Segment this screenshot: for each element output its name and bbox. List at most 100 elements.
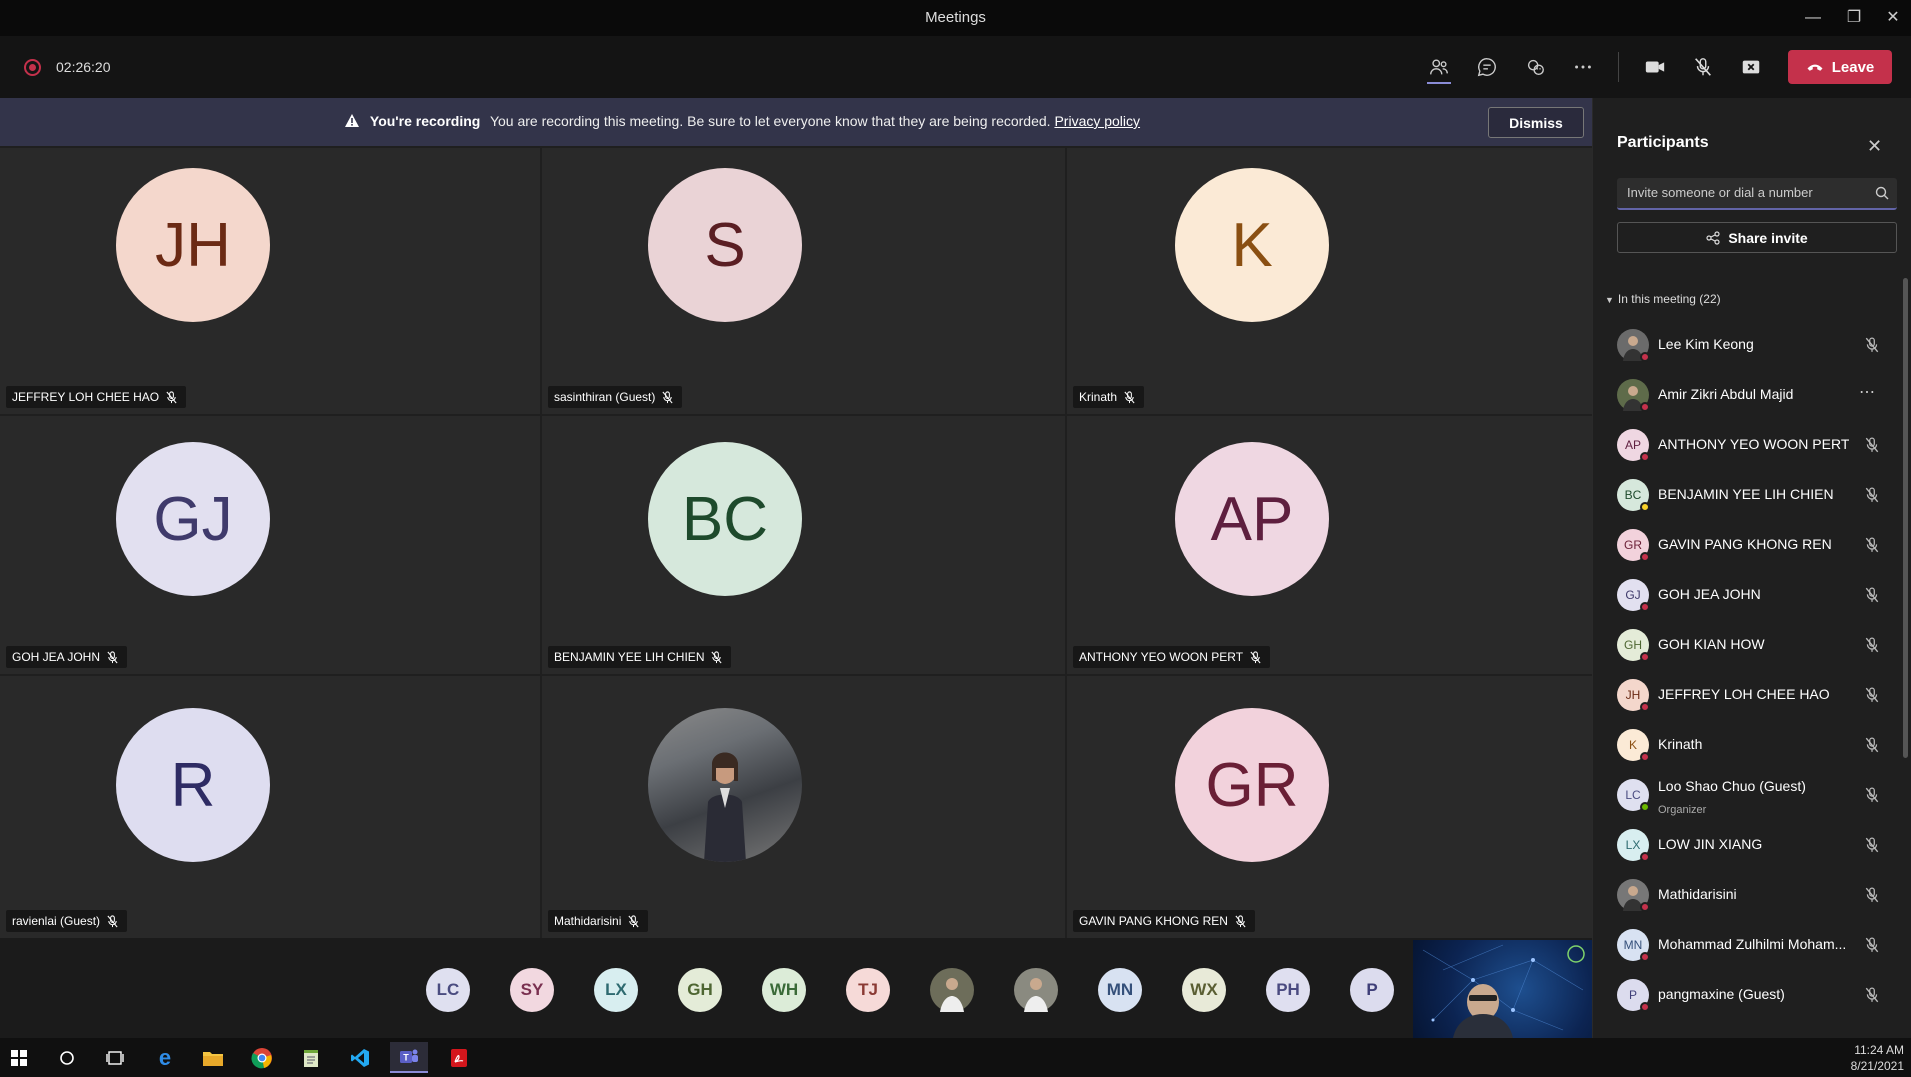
- participant-mic-status[interactable]: [1864, 337, 1880, 358]
- strip-avatar[interactable]: TJ: [846, 968, 890, 1012]
- system-clock[interactable]: 11:24 AM 8/21/2021: [1850, 1042, 1904, 1074]
- participant-row[interactable]: BC BENJAMIN YEE LIH CHIEN: [1593, 470, 1893, 520]
- participant-name: ANTHONY YEO WOON PERT: [1658, 436, 1850, 452]
- close-window-icon[interactable]: ✕: [1875, 6, 1911, 30]
- participant-name: Krinath: [1079, 390, 1118, 404]
- video-tile[interactable]: JH JEFFREY LOH CHEE HAO: [0, 148, 540, 414]
- participant-list: Lee Kim Keong Amir Zikri Abdul Majid ⋯ AP AN…: [1593, 320, 1893, 1020]
- video-tile[interactable]: K Krinath: [1067, 148, 1592, 414]
- explorer-taskbar-button[interactable]: [194, 1042, 232, 1073]
- participant-row[interactable]: GJ GOH JEA JOHN: [1593, 570, 1893, 620]
- participant-avatar: AP: [1175, 442, 1329, 596]
- camera-button[interactable]: [1637, 50, 1673, 84]
- vscode-taskbar-button[interactable]: [341, 1042, 379, 1073]
- chrome-taskbar-button[interactable]: [243, 1042, 281, 1073]
- video-tile[interactable]: GR GAVIN PANG KHONG REN: [1067, 676, 1592, 938]
- strip-avatar[interactable]: WH: [762, 968, 806, 1012]
- start-button[interactable]: [0, 1042, 38, 1073]
- acrobat-taskbar-button[interactable]: [440, 1042, 478, 1073]
- strip-avatar[interactable]: MN: [1098, 968, 1142, 1012]
- strip-avatar[interactable]: GH: [678, 968, 722, 1012]
- participant-mic-status[interactable]: [1864, 687, 1880, 708]
- close-panel-icon[interactable]: ✕: [1867, 136, 1882, 157]
- participants-button[interactable]: [1421, 50, 1457, 84]
- participant-mic-status[interactable]: [1864, 487, 1880, 508]
- video-tile[interactable]: Ssasinthiran (Guest): [542, 148, 1065, 414]
- participant-mic-status[interactable]: [1864, 987, 1880, 1008]
- search-taskbar-button[interactable]: [48, 1042, 86, 1073]
- participant-avatar: K: [1175, 168, 1329, 322]
- self-view-video[interactable]: [1413, 940, 1592, 1038]
- participant-mic-status[interactable]: [1864, 787, 1880, 808]
- leave-label: Leave: [1831, 58, 1875, 76]
- in-meeting-label: In this meeting (22): [1617, 292, 1721, 306]
- participant-mic-status[interactable]: [1864, 437, 1880, 458]
- participant-avatar: S: [648, 168, 802, 322]
- participant-row[interactable]: AP ANTHONY YEO WOON PERT: [1593, 420, 1893, 470]
- mic-off-icon: [628, 914, 639, 927]
- participant-row[interactable]: GH GOH KIAN HOW: [1593, 620, 1893, 670]
- strip-avatar[interactable]: LC: [426, 968, 470, 1012]
- strip-avatar[interactable]: P: [1350, 968, 1394, 1012]
- more-options-icon[interactable]: ⋯: [1859, 382, 1875, 402]
- participant-mic-status[interactable]: [1864, 537, 1880, 558]
- strip-avatar[interactable]: [930, 968, 974, 1012]
- video-tile[interactable]: Rravienlai (Guest): [0, 676, 540, 938]
- video-tile[interactable]: Mathidarisini: [542, 676, 1065, 938]
- share-invite-button[interactable]: Share invite: [1617, 222, 1897, 253]
- strip-avatar[interactable]: LX: [594, 968, 638, 1012]
- mic-off-icon: [1865, 887, 1879, 903]
- mic-button[interactable]: [1685, 50, 1721, 84]
- chat-icon: [1477, 58, 1496, 77]
- participant-mic-status[interactable]: [1864, 887, 1880, 908]
- panel-scrollbar[interactable]: [1903, 278, 1908, 758]
- task-view-button[interactable]: [96, 1042, 134, 1073]
- more-actions-button[interactable]: [1565, 50, 1601, 84]
- participant-row[interactable]: JH JEFFREY LOH CHEE HAO: [1593, 670, 1893, 720]
- participant-row[interactable]: K Krinath: [1593, 720, 1893, 770]
- restore-icon[interactable]: ❐: [1836, 6, 1872, 30]
- video-tile[interactable]: GJ GOH JEA JOHN: [0, 416, 540, 674]
- participant-row[interactable]: Mathidarisini: [1593, 870, 1893, 920]
- participant-mic-status[interactable]: [1864, 837, 1880, 858]
- toolbar-divider: [1618, 52, 1619, 82]
- participant-row[interactable]: LC Loo Shao Chuo (Guest) Organizer: [1593, 770, 1893, 820]
- video-tile[interactable]: BC BENJAMIN YEE LIH CHIEN: [542, 416, 1065, 674]
- hang-up-icon: [1807, 64, 1823, 71]
- participant-row[interactable]: MN Mohammad Zulhilmi Moham...: [1593, 920, 1893, 970]
- notepad-taskbar-button[interactable]: [292, 1042, 330, 1073]
- strip-avatar[interactable]: PH: [1266, 968, 1310, 1012]
- privacy-policy-link[interactable]: Privacy policy: [1054, 113, 1140, 129]
- participant-name-tag: ANTHONY YEO WOON PERT: [1073, 646, 1271, 668]
- share-screen-button[interactable]: [1733, 50, 1769, 84]
- teams-taskbar-button[interactable]: T: [390, 1042, 428, 1073]
- windows-icon: [11, 1049, 27, 1066]
- participant-row[interactable]: Amir Zikri Abdul Majid ⋯: [1593, 370, 1893, 420]
- strip-avatar[interactable]: [1014, 968, 1058, 1012]
- participant-row[interactable]: LX LOW JIN XIANG: [1593, 820, 1893, 870]
- minimize-icon[interactable]: —: [1795, 6, 1831, 30]
- in-meeting-header[interactable]: ▼ In this meeting (22): [1605, 292, 1721, 306]
- mic-off-icon: [1865, 487, 1879, 503]
- participant-row[interactable]: Ppangmaxine (Guest): [1593, 970, 1893, 1020]
- mic-off-icon: [1865, 637, 1879, 653]
- invite-input[interactable]: Invite someone or dial a number: [1617, 178, 1897, 210]
- participant-mic-status[interactable]: [1864, 937, 1880, 958]
- reactions-button[interactable]: [1517, 50, 1553, 84]
- strip-avatar[interactable]: SY: [510, 968, 554, 1012]
- participant-row[interactable]: GR GAVIN PANG KHONG REN: [1593, 520, 1893, 570]
- edge-taskbar-button[interactable]: e: [146, 1042, 184, 1073]
- chat-button[interactable]: [1469, 50, 1505, 84]
- leave-button[interactable]: Leave: [1788, 50, 1892, 84]
- strip-avatar[interactable]: WX: [1182, 968, 1226, 1012]
- participant-mic-status[interactable]: [1864, 737, 1880, 758]
- video-tile[interactable]: AP ANTHONY YEO WOON PERT: [1067, 416, 1592, 674]
- dismiss-button[interactable]: Dismiss: [1488, 107, 1584, 138]
- participant-mic-status[interactable]: [1864, 637, 1880, 658]
- participant-row[interactable]: Lee Kim Keong: [1593, 320, 1893, 370]
- participant-mic-status[interactable]: [1864, 587, 1880, 608]
- title-bar: Meetings — ❐ ✕: [0, 0, 1911, 36]
- windows-taskbar: e T 11:24 AM 8/21/2021: [0, 1038, 1911, 1077]
- mic-off-icon: [1865, 737, 1879, 753]
- presence-status: [1640, 352, 1650, 362]
